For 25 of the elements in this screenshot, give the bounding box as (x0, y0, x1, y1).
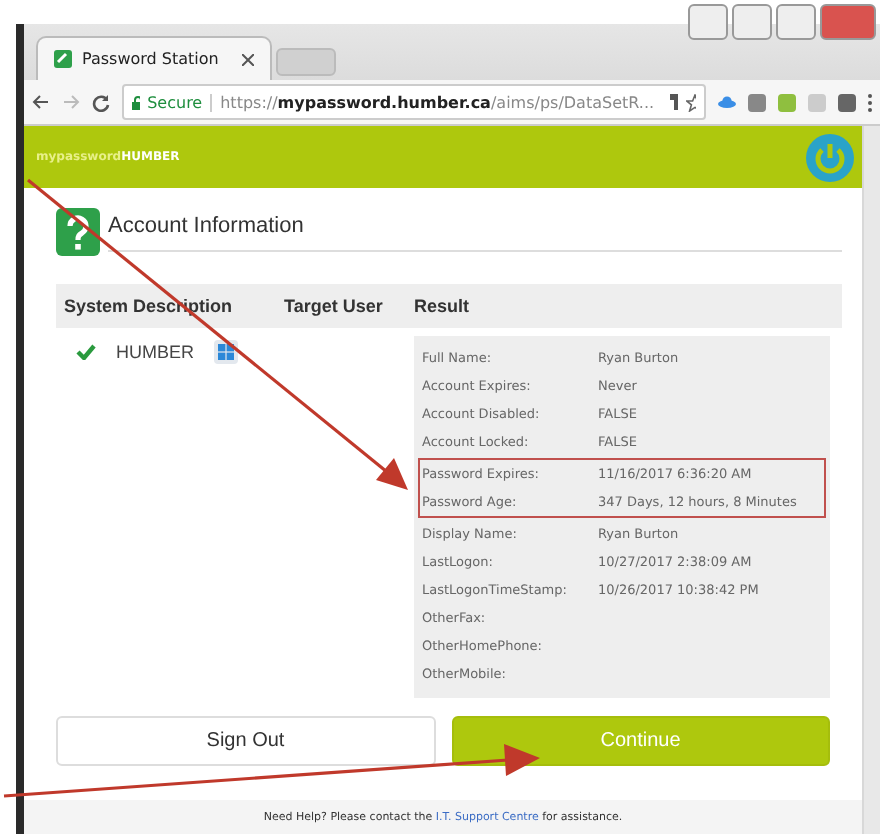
power-icon[interactable] (806, 133, 854, 181)
close-button[interactable] (820, 4, 876, 40)
forward-icon[interactable] (62, 94, 80, 110)
tab-title: Password Station (82, 50, 221, 68)
close-icon[interactable] (242, 53, 254, 65)
sign-out-button[interactable]: Sign Out (56, 716, 435, 766)
system-name: HUMBER (116, 342, 195, 362)
back-icon[interactable] (32, 94, 50, 110)
address-bar[interactable]: Secure https://mypassword.humber.ca/aims/ps/DataSetR... (122, 84, 706, 120)
scrollbar[interactable] (862, 126, 880, 834)
cloud-icon[interactable] (718, 96, 736, 108)
secure-label: Secure (147, 93, 203, 111)
column-header: Result (406, 284, 842, 328)
minimize-button[interactable] (732, 4, 772, 40)
maximize-button[interactable] (776, 4, 816, 40)
browser-tab[interactable]: Password Station (36, 36, 272, 80)
url-text: https://mypassword.humber.ca/aims/ps/DataSetR... (210, 93, 655, 111)
lock-icon (132, 95, 140, 109)
question-icon (56, 208, 100, 256)
user-button[interactable] (688, 4, 728, 40)
windows-icon (214, 340, 239, 364)
new-tab-button[interactable] (276, 48, 336, 76)
column-header: Target User (276, 284, 406, 328)
section-title: Account Information (108, 213, 842, 251)
reload-icon[interactable] (92, 93, 110, 111)
